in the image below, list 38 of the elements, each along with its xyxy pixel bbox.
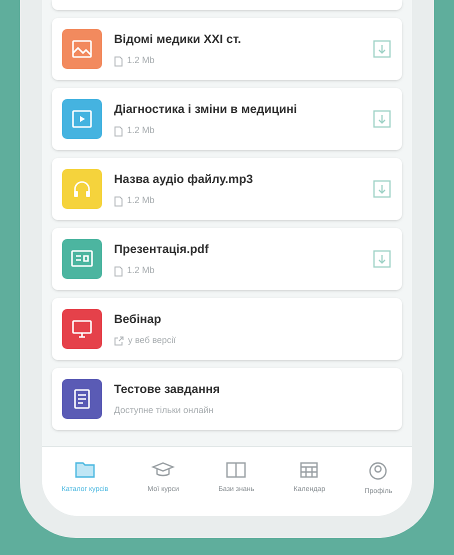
material-meta: Доступне тільки онлайн: [114, 404, 214, 418]
material-title: Назва аудіо файлу.mp3: [114, 171, 254, 188]
book-icon: [225, 461, 248, 479]
material-card[interactable]: Діагностика і зміни в медицині 1.2 Mb: [52, 88, 402, 150]
monitor-icon: [71, 318, 93, 340]
material-title: Відомі медики XXI ст.: [114, 31, 242, 48]
material-meta: у веб версії: [128, 334, 176, 348]
material-card[interactable]: Тестове завдання Доступне тільки онлайн: [52, 368, 402, 430]
download-icon[interactable]: [372, 249, 392, 269]
film-icon: [71, 108, 93, 130]
file-icon: [114, 56, 123, 66]
file-icon: [114, 196, 123, 206]
headphones-icon: [71, 178, 93, 200]
graduation-cap-icon: [151, 461, 176, 479]
material-card[interactable]: Відомі медики XXI ст. 1.2 Mb: [52, 18, 402, 80]
document-icon: [72, 388, 92, 410]
folder-icon: [74, 461, 96, 479]
file-icon: [114, 266, 123, 276]
material-meta: 1.2 Mb: [127, 194, 155, 208]
material-meta: 1.2 Mb: [127, 124, 155, 138]
file-icon: [114, 126, 123, 136]
material-title: Вебінар: [114, 311, 162, 328]
material-meta: 1.2 Mb: [127, 54, 155, 68]
calendar-icon: [299, 461, 320, 479]
external-link-icon: [114, 336, 124, 346]
material-title: Тестове завдання: [114, 381, 221, 398]
material-title: Презентація.pdf: [114, 241, 210, 258]
download-icon[interactable]: [372, 39, 392, 59]
material-meta: 1.2 Mb: [127, 264, 155, 278]
material-card[interactable]: Презентація.pdf 1.2 Mb: [52, 228, 402, 290]
download-icon[interactable]: [372, 109, 392, 129]
material-title: Діагностика і зміни в медицині: [114, 101, 298, 118]
material-card[interactable]: Назва аудіо файлу.mp3 1.2 Mb: [52, 158, 402, 220]
download-icon[interactable]: [372, 179, 392, 199]
slides-icon: [70, 248, 94, 270]
user-icon: [368, 461, 388, 481]
material-card[interactable]: Вебінар у веб версії: [52, 298, 402, 360]
picture-icon: [71, 38, 93, 60]
